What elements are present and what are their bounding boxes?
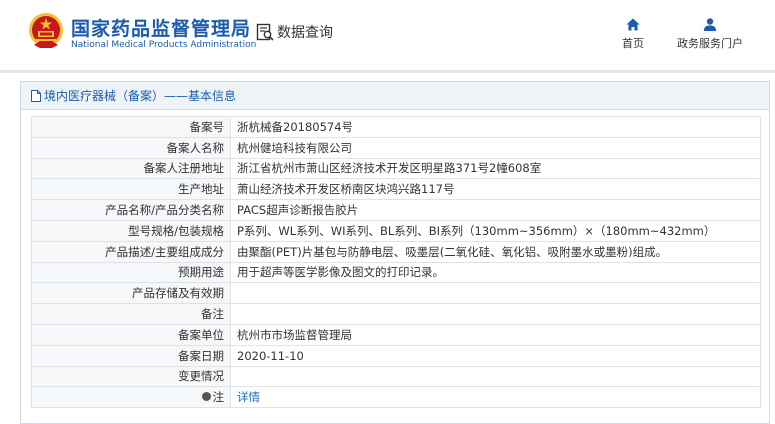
table-row: 生产地址 萧山经济技术开发区桥南区块鸿兴路117号 (31, 178, 761, 201)
data-query-icon (256, 23, 274, 41)
row-value (230, 303, 761, 325)
row-label: 产品存储及有效期 (31, 282, 231, 305)
table-row: 备案单位 杭州市市场监督管理局 (31, 323, 761, 346)
row-label: 备案日期 (31, 344, 231, 367)
row-label: 备案人名称 (31, 136, 231, 159)
row-value: 浙杭械备20180574号 (230, 116, 761, 138)
table-row: 备案号 浙杭械备20180574号 (31, 116, 761, 138)
data-query-link[interactable]: 数据查询 (256, 22, 333, 42)
row-label: 变更情况 (31, 365, 231, 388)
row-label: 型号规格/包装规格 (31, 219, 231, 242)
user-icon (703, 18, 717, 31)
row-value: P系列、WL系列、WI系列、BL系列、BI系列（130mm~356mm）×（18… (230, 219, 761, 242)
row-label: 备注 (31, 303, 231, 325)
row-label: 备案号 (31, 116, 231, 138)
table-row: 备案日期 2020-11-10 (31, 344, 761, 367)
row-label: 备案单位 (31, 323, 231, 346)
table-row: 备案人注册地址 浙江省杭州市萧山区经济技术开发区明星路371号2幢608室 (31, 157, 761, 180)
row-value (230, 282, 761, 305)
panel-header: 境内医疗器械（备案）——基本信息 (21, 82, 769, 110)
table-row: 产品名称/产品分类名称 PACS超声诊断报告胶片 (31, 199, 761, 221)
table-row: 变更情况 (31, 365, 761, 388)
panel-title: 境内医疗器械（备案）——基本信息 (44, 89, 237, 103)
nav-home[interactable]: 首页 (615, 18, 651, 51)
row-value: PACS超声诊断报告胶片 (230, 199, 761, 221)
home-icon (626, 18, 640, 31)
nav-service-label: 政务服务门户 (677, 37, 743, 50)
row-value: 杭州健培科技有限公司 (230, 136, 761, 159)
row-value: 详情 (230, 386, 761, 409)
row-value: 2020-11-10 (230, 344, 761, 367)
table-row: 产品存储及有效期 (31, 282, 761, 305)
row-value: 用于超声等医学影像及图文的打印记录。 (230, 261, 761, 284)
row-value: 杭州市市场监督管理局 (230, 323, 761, 346)
national-emblem-icon (29, 13, 63, 48)
row-value: 由聚酯(PET)片基包与防静电层、吸墨层(二氧化硅、氧化铝、吸附墨水或墨粉)组成… (230, 240, 761, 263)
detail-table: 备案号 浙杭械备20180574号 备案人名称 杭州健培科技有限公司 备案人注册… (31, 116, 761, 409)
table-row: 备注 (31, 303, 761, 325)
brand-subtitle: National Medical Products Administration (71, 40, 257, 50)
note-row-label: 注 (31, 386, 231, 409)
details-link[interactable]: 详情 (237, 390, 260, 404)
nav-home-label: 首页 (622, 37, 644, 50)
header-divider (0, 70, 775, 73)
row-label: 预期用途 (31, 261, 231, 284)
row-value: 浙江省杭州市萧山区经济技术开发区明星路371号2幢608室 (230, 157, 761, 180)
row-label: 产品描述/主要组成成分 (31, 240, 231, 263)
table-row: 备案人名称 杭州健培科技有限公司 (31, 136, 761, 159)
table-row: 型号规格/包装规格 P系列、WL系列、WI系列、BL系列、BI系列（130mm~… (31, 219, 761, 242)
data-query-label: 数据查询 (277, 25, 333, 41)
detail-panel: 境内医疗器械（备案）——基本信息 备案号 浙杭械备20180574号 备案人名称… (20, 81, 770, 424)
document-icon (31, 89, 41, 102)
note-label: 注 (212, 390, 225, 405)
table-row: 注 详情 (31, 386, 761, 409)
row-label: 生产地址 (31, 178, 231, 201)
row-label: 产品名称/产品分类名称 (31, 199, 231, 221)
table-row: 预期用途 用于超声等医学影像及图文的打印记录。 (31, 261, 761, 284)
nav-service-portal[interactable]: 政务服务门户 (670, 18, 750, 51)
table-row: 产品描述/主要组成成分 由聚酯(PET)片基包与防静电层、吸墨层(二氧化硅、氧化… (31, 240, 761, 263)
note-icon (201, 392, 211, 402)
site-header: 国家药品监督管理局 National Medical Products Admi… (0, 0, 775, 68)
row-value: 萧山经济技术开发区桥南区块鸿兴路117号 (230, 178, 761, 201)
row-value (230, 365, 761, 388)
brand-title: 国家药品监督管理局 (71, 18, 252, 40)
row-label: 备案人注册地址 (31, 157, 231, 180)
